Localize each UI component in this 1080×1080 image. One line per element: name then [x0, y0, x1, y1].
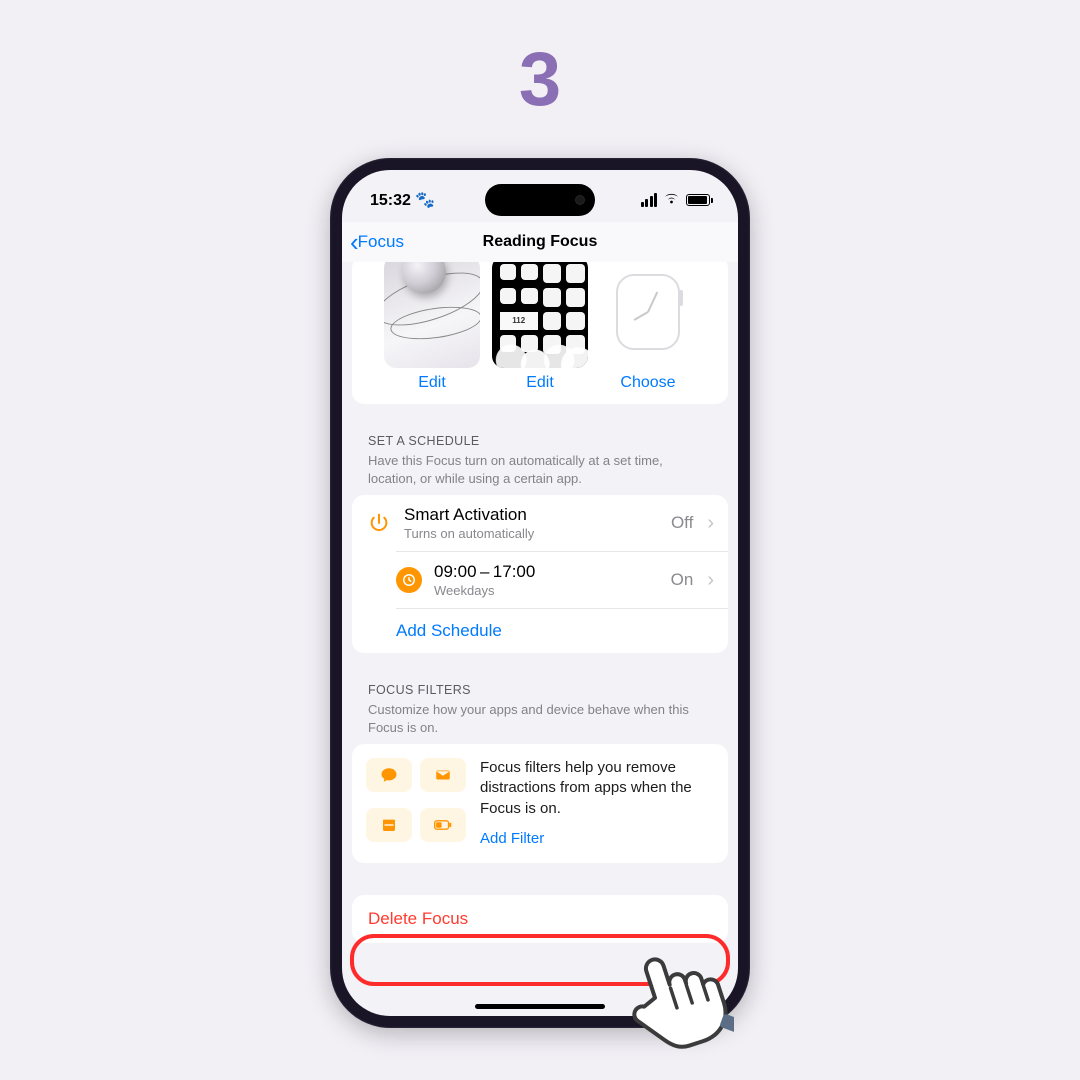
status-indicators [641, 192, 711, 209]
back-button[interactable]: ‹ Focus [350, 227, 404, 258]
schedule-header: SET A SCHEDULE [352, 418, 728, 450]
lockscreen-edit-button[interactable]: Edit [418, 374, 446, 392]
row-sub: Turns on automatically [404, 526, 659, 541]
battery-icon [686, 194, 710, 206]
messages-icon [366, 758, 412, 792]
home-indicator[interactable] [475, 1004, 605, 1009]
dynamic-island [485, 184, 595, 216]
homescreen-preview[interactable]: 112 [492, 262, 588, 368]
cellular-icon [641, 193, 658, 207]
watchface-preview[interactable] [600, 262, 696, 368]
row-value: On [671, 570, 694, 590]
filters-subtitle: Customize how your apps and device behav… [352, 699, 728, 744]
schedule-subtitle: Have this Focus turn on automatically at… [352, 450, 728, 495]
nav-bar: ‹ Focus Reading Focus [342, 222, 738, 262]
homescreen-edit-button[interactable]: Edit [526, 374, 554, 392]
nav-title: Reading Focus [483, 233, 598, 251]
wifi-icon [663, 192, 680, 209]
add-schedule-button[interactable]: Add Schedule [396, 608, 728, 653]
tap-cursor-icon [614, 938, 734, 1058]
smart-activation-row[interactable]: Smart Activation Turns on automatically … [352, 495, 728, 551]
chevron-right-icon: › [707, 569, 714, 592]
row-title: 09:00 – 17:00 [434, 562, 659, 582]
power-icon [366, 510, 392, 536]
iphone-frame: 15:32 🐾 ‹ Focus Reading Focus [330, 158, 750, 1028]
back-label: Focus [358, 232, 404, 252]
delete-focus-button[interactable]: Delete Focus [352, 895, 728, 943]
calendar-icon [366, 808, 412, 842]
filters-description: Focus filters help you remove distractio… [480, 758, 714, 819]
row-value: Off [671, 513, 693, 533]
lockscreen-preview[interactable] [384, 262, 480, 368]
iphone-screen: 15:32 🐾 ‹ Focus Reading Focus [342, 170, 738, 1016]
row-sub: Weekdays [434, 583, 659, 598]
watchface-choose-button[interactable]: Choose [620, 374, 675, 392]
mail-icon [420, 758, 466, 792]
status-time: 15:32 🐾 [370, 190, 435, 210]
settings-content[interactable]: Edit 112 Edit [342, 262, 738, 1016]
filter-icons [366, 758, 466, 849]
time-schedule-row[interactable]: 09:00 – 17:00 Weekdays On › [396, 551, 728, 608]
chevron-right-icon: › [707, 512, 714, 535]
clock-icon [396, 567, 422, 593]
filters-card: Focus filters help you remove distractio… [352, 744, 728, 863]
schedule-card: Smart Activation Turns on automatically … [352, 495, 728, 653]
row-title: Smart Activation [404, 505, 659, 525]
step-number: 3 [519, 36, 561, 123]
filters-header: FOCUS FILTERS [352, 667, 728, 699]
customize-screens-card: Edit 112 Edit [352, 262, 728, 404]
lowpower-icon [420, 808, 466, 842]
add-filter-button[interactable]: Add Filter [480, 829, 544, 849]
